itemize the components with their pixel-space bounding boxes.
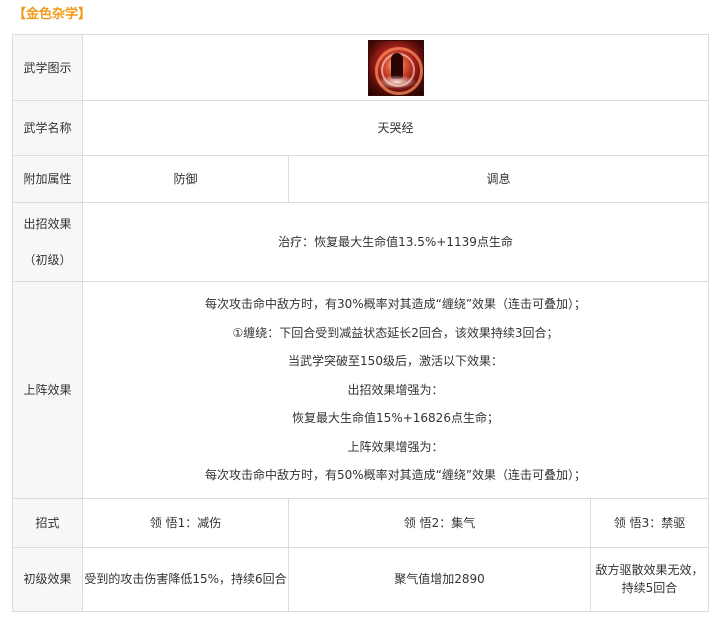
attack-label-line2: （初级） [23, 253, 72, 267]
row-moves: 招式 领 悟1：减伤 领 悟2：集气 领 悟3：禁驱 [12, 497, 709, 548]
formation-line: 当武学突破至150级后，激活以下效果： [288, 354, 503, 368]
name-value: 天哭经 [82, 100, 709, 156]
formation-line: ①缠绕：下回合受到减益状态延长2回合，该效果持续3回合； [232, 325, 559, 340]
name-label: 武学名称 [12, 100, 83, 156]
initial-effect-2: 聚气值增加2890 [288, 546, 591, 612]
attr-label: 附加属性 [12, 155, 83, 203]
formation-line: 上阵效果增强为： [347, 439, 444, 454]
attr-value-2: 调息 [288, 155, 709, 203]
move-2: 领 悟2：集气 [288, 497, 591, 548]
attr-value-1: 防御 [82, 155, 289, 203]
formation-line: 每次攻击命中敌方时，有50%概率对其造成“缠绕”效果（连击可叠加）； [204, 468, 587, 482]
initial-label: 初级效果 [12, 546, 83, 612]
row-icon: 武学图示 [12, 34, 709, 101]
martial-art-table: 武学图示 武学名称 天哭经 附加属性 防御 调息 出招效果 （初级） 治疗：恢复… [12, 34, 709, 612]
attack-value: 治疗：恢复最大生命值13.5%+1139点生命 [82, 202, 709, 282]
row-initial-effect: 初级效果 受到的攻击伤害降低15%，持续6回合 聚气值增加2890 敌方驱散效果… [12, 546, 709, 612]
icon-label: 武学图示 [12, 34, 83, 101]
initial-effect-1: 受到的攻击伤害降低15%，持续6回合 [82, 546, 289, 612]
row-formation-effect: 上阵效果 每次攻击命中敌方时，有30%概率对其造成“缠绕”效果（连击可叠加）； … [12, 281, 709, 499]
formation-value: 每次攻击命中敌方时，有30%概率对其造成“缠绕”效果（连击可叠加）； ①缠绕：下… [82, 281, 709, 499]
attack-label: 出招效果 （初级） [12, 202, 83, 282]
move-1: 领 悟1：减伤 [82, 497, 289, 548]
move-3: 领 悟3：禁驱 [590, 497, 709, 548]
martial-art-icon [367, 39, 424, 96]
icon-cell [82, 34, 709, 101]
row-name: 武学名称 天哭经 [12, 100, 709, 156]
moves-label: 招式 [12, 497, 83, 548]
formation-line: 出招效果增强为： [347, 382, 444, 397]
section-title: 【金色杂学】 [13, 7, 92, 22]
row-attributes: 附加属性 防御 调息 [12, 155, 709, 203]
attack-label-line1: 出招效果 [23, 217, 72, 231]
initial-effect-3: 敌方驱散效果无效，持续5回合 [590, 546, 709, 612]
row-attack-effect: 出招效果 （初级） 治疗：恢复最大生命值13.5%+1139点生命 [12, 202, 709, 282]
formation-label: 上阵效果 [12, 281, 83, 499]
formation-line: 恢复最大生命值15%+16826点生命； [292, 411, 499, 425]
formation-line: 每次攻击命中敌方时，有30%概率对其造成“缠绕”效果（连击可叠加）； [204, 297, 587, 311]
